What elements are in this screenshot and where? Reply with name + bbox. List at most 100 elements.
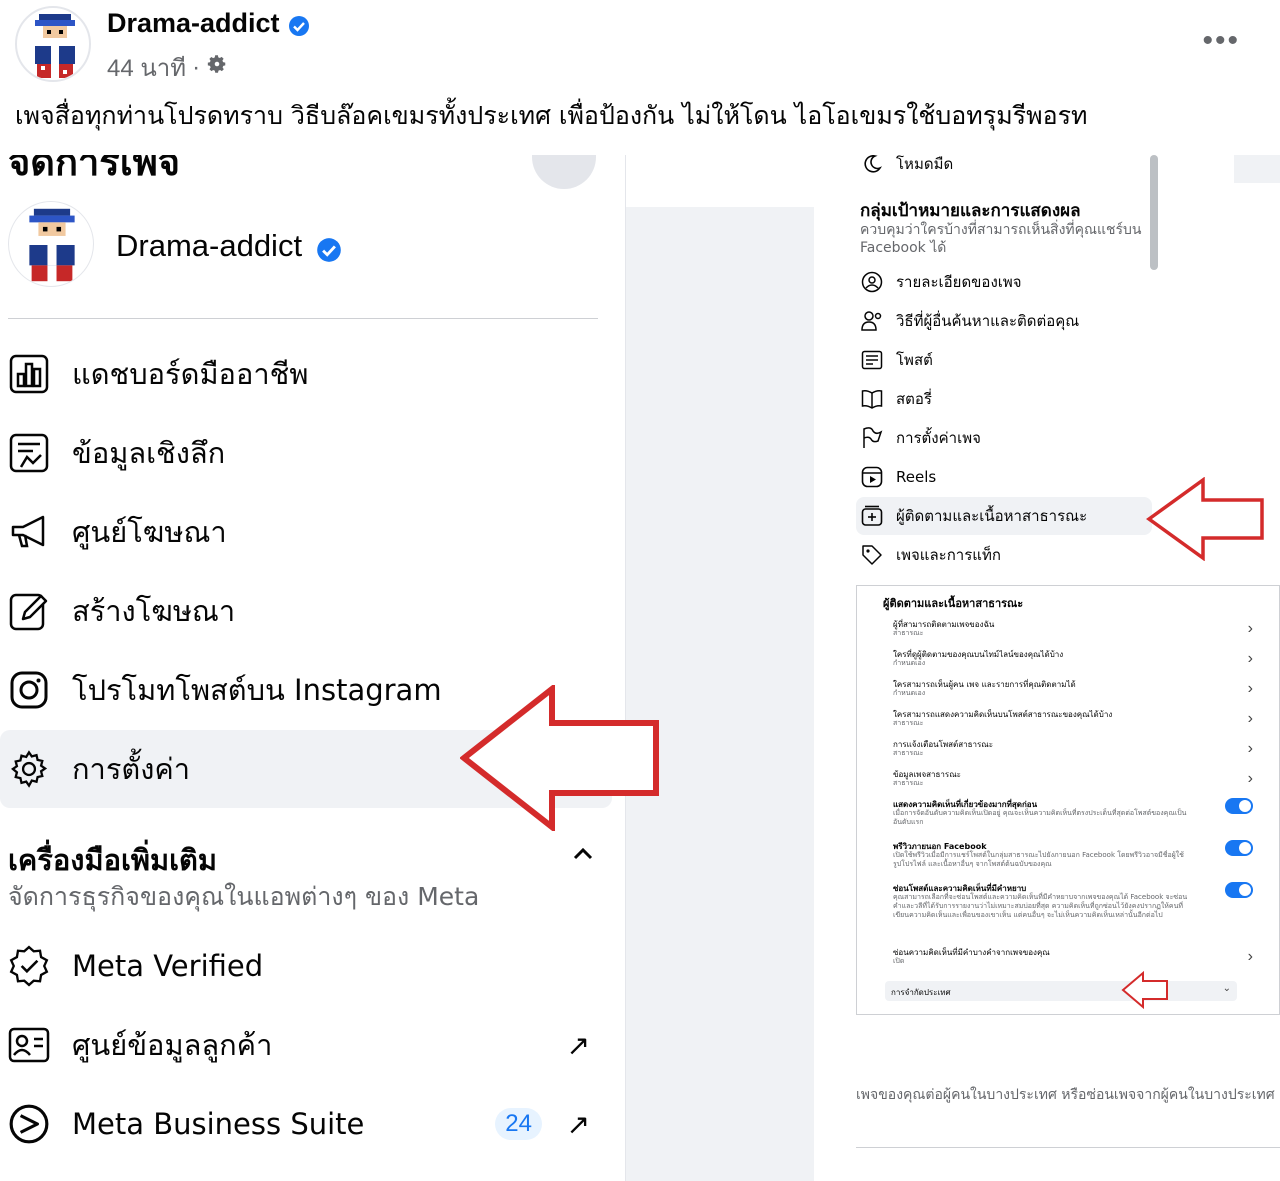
menu-item-dashboard[interactable]: แดชบอร์ดมืออาชีพ	[0, 335, 612, 413]
panel-title: ผู้ติดตามและเนื้อหาสาธารณะ	[883, 597, 1024, 610]
menu-item-create-ad[interactable]: สร้างโฆษณา	[0, 572, 612, 650]
tool-item-customer-center[interactable]: ศูนย์ข้อมูลลูกค้า ↗	[0, 1006, 612, 1084]
moon-icon	[860, 155, 884, 176]
manage-page-panel: จัดการเพจ Drama-addict แดชบอร์ดมืออาชีพ …	[0, 155, 626, 1181]
country-restriction-description: เพจของคุณต่อผู้คนในบางประเทศ หรือซ่อนเพจ…	[856, 1087, 1280, 1103]
post-meta: 44 นาที ·	[107, 48, 228, 87]
menu-label: ศูนย์โฆษณา	[72, 515, 227, 549]
tool-item-meta-business-suite[interactable]: Meta Business Suite 24 ↗	[0, 1085, 612, 1163]
followers-public-content-panel: ผู้ติดตามและเนื้อหาสาธารณะ ผู้ที่สามารถต…	[856, 585, 1280, 1015]
page-name[interactable]: Drama-addict	[116, 228, 302, 264]
setting-row[interactable]: ผู้ที่สามารถติดตามเพจของฉัน สาธารณะ ›	[887, 618, 1257, 648]
tools-subtitle: จัดการธุรกิจของคุณในแอพต่างๆ ของ Meta	[8, 882, 480, 911]
gear-icon	[8, 748, 50, 790]
menu-item-insights[interactable]: ข้อมูลเชิงลึก	[0, 414, 612, 492]
people-icon	[860, 309, 884, 333]
page-avatar[interactable]	[8, 201, 94, 287]
chevron-right-icon: ›	[1247, 650, 1253, 667]
menu-label: ผู้ติดตามและเนื้อหาสาธารณะ	[896, 507, 1088, 525]
verified-badge-icon	[288, 13, 310, 36]
menu-label: ข้อมูลเชิงลึก	[72, 436, 226, 470]
page-name-row[interactable]: Drama-addict	[116, 221, 342, 271]
setting-row[interactable]: ใครสามารถแสดงความคิดเห็นบนโพสต์สาธารณะขอ…	[887, 708, 1257, 738]
more-options-icon[interactable]: •••	[1202, 24, 1240, 58]
menu-label: รายละเอียดของเพจ	[896, 273, 1022, 291]
setting-row[interactable]: การแจ้งเตือนโพสต์สาธารณะ สาธารณะ ›	[887, 738, 1257, 768]
setting-row[interactable]: ซ่อนความคิดเห็นที่มีคำบางคำจากเพจของคุณ …	[887, 946, 1257, 976]
red-arrow-settings	[460, 685, 659, 831]
post-text: เพจสื่อทุกท่านโปรดทราบ วิธีบล๊อคเขมรทั้ง…	[15, 101, 1088, 130]
flag-icon	[860, 426, 884, 450]
row-description: เมื่อการจัดอันดับความคิดเห็นเปิดอยู่ คุณ…	[893, 809, 1187, 826]
post-image[interactable]: จัดการเพจ Drama-addict แดชบอร์ดมืออาชีพ …	[0, 155, 1280, 1181]
menu-label: โปรโมทโพสต์บน Instagram	[72, 673, 442, 707]
megaphone-icon	[8, 511, 50, 553]
menu-item-reels[interactable]: Reels	[856, 458, 1152, 496]
row-value: สาธารณะ	[893, 719, 924, 727]
content-area-top	[626, 155, 814, 207]
menu-label: สตอรี่	[896, 390, 932, 408]
chevron-right-icon: ›	[1247, 948, 1253, 965]
dashboard-icon	[8, 353, 50, 395]
verified-badge-icon	[8, 945, 50, 987]
row-value: กำหนดเอง	[893, 689, 926, 697]
setting-row[interactable]: ใครที่ดูผู้ติดตามของคุณบนไทม์ไลน์ของคุณไ…	[887, 648, 1257, 678]
setting-row[interactable]: แสดงความคิดเห็นที่เกี่ยวข้องมากที่สุดก่อ…	[887, 798, 1257, 838]
red-arrow-followers	[1146, 477, 1264, 561]
toggle-switch[interactable]	[1225, 840, 1253, 856]
menu-item-dark-mode[interactable]: โหมดมืด	[856, 155, 1152, 183]
row-value: สาธารณะ	[893, 749, 924, 757]
menu-label: Meta Verified	[72, 949, 264, 983]
setting-row[interactable]: ซ่อนโพสต์และความคิดเห็นที่มีคำหยาบ คุณสา…	[887, 882, 1257, 944]
meta-separator: ·	[192, 53, 201, 81]
tool-item-meta-verified[interactable]: Meta Verified	[0, 927, 612, 1005]
setting-row[interactable]: ข้อมูลเพจสาธารณะ สาธารณะ ›	[887, 768, 1257, 798]
menu-label: แดชบอร์ดมืออาชีพ	[72, 357, 309, 391]
gray-strip	[1234, 155, 1280, 183]
meta-business-suite-icon	[8, 1103, 50, 1145]
menu-item-ad-center[interactable]: ศูนย์โฆษณา	[0, 493, 612, 571]
menu-item-pages-tagging[interactable]: เพจและการแท็ก	[856, 536, 1152, 574]
row-description: คุณสามารถเลือกที่จะซ่อนโพสต์และความคิดเห…	[893, 893, 1188, 919]
menu-label: เพจและการแท็ก	[896, 546, 1001, 564]
audience-gear-icon[interactable]	[206, 53, 228, 82]
menu-item-stories[interactable]: สตอรี่	[856, 380, 1152, 418]
row-title: การจำกัดประเทศ	[891, 988, 951, 997]
external-link-icon: ↗	[566, 1029, 590, 1061]
section-description: ควบคุมว่าใครบ้างที่สามารถเห็นสิ่งที่คุณแ…	[860, 222, 1142, 256]
chevron-up-icon[interactable]	[568, 839, 598, 869]
chevron-right-icon: ›	[1247, 620, 1253, 637]
menu-label: ศูนย์ข้อมูลลูกค้า	[72, 1028, 273, 1062]
menu-item-posts[interactable]: โพสต์	[856, 341, 1152, 379]
menu-label: วิธีที่ผู้อื่นค้นหาและติดต่อคุณ	[896, 312, 1080, 330]
chevron-right-icon: ›	[1247, 740, 1253, 757]
toggle-switch[interactable]	[1225, 798, 1253, 814]
insights-icon	[8, 432, 50, 474]
chevron-down-icon: ⌄	[1222, 983, 1231, 994]
country-restrictions-row[interactable]: การจำกัดประเทศ ⌄	[885, 981, 1237, 1001]
notification-badge: 24	[495, 1108, 542, 1140]
dark-mode-label: โหมดมืด	[896, 155, 954, 173]
menu-item-page-settings[interactable]: การตั้งค่าเพจ	[856, 419, 1152, 457]
chevron-right-icon: ›	[1247, 680, 1253, 697]
menu-item-how-people-find[interactable]: วิธีที่ผู้อื่นค้นหาและติดต่อคุณ	[856, 302, 1152, 340]
post-header: Drama-addict 44 นาที · ••• เพจสื่อทุกท่า…	[0, 0, 1280, 155]
chevron-right-icon: ›	[1247, 710, 1253, 727]
menu-label: โพสต์	[896, 351, 933, 369]
menu-label: สร้างโฆษณา	[72, 594, 236, 628]
post-time[interactable]: 44 นาที	[107, 48, 186, 87]
author-name[interactable]: Drama-addict	[107, 8, 280, 39]
menu-item-page-details[interactable]: รายละเอียดของเพจ	[856, 263, 1152, 301]
setting-row[interactable]: พรีวิวภายนอก Facebook เปิดใช้พรีวิวเมื่อ…	[887, 840, 1257, 882]
author-avatar[interactable]	[15, 6, 91, 82]
corner-button[interactable]	[532, 155, 596, 189]
tag-icon	[860, 543, 884, 567]
menu-item-followers-public-content[interactable]: ผู้ติดตามและเนื้อหาสาธารณะ	[856, 497, 1152, 535]
divider	[8, 318, 598, 319]
setting-row[interactable]: ใครสามารถเห็นผู้คน เพจ และรายการที่คุณติ…	[887, 678, 1257, 708]
menu-label: Meta Business Suite	[72, 1107, 365, 1141]
author-name-row[interactable]: Drama-addict	[107, 8, 310, 39]
book-icon	[860, 387, 884, 411]
toggle-switch[interactable]	[1225, 882, 1253, 898]
reels-icon	[860, 465, 884, 489]
